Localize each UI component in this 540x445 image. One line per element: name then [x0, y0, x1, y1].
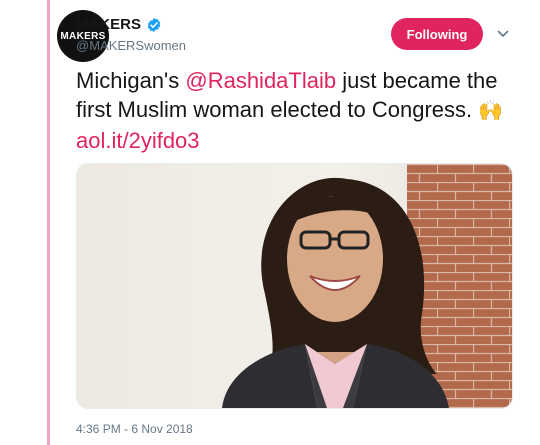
mention-link[interactable]: @RashidaTlaib	[185, 68, 336, 93]
user-handle[interactable]: @MAKERSwomen	[76, 38, 186, 53]
verified-badge-icon	[147, 17, 161, 32]
tweet-text-intro: Michigan's	[76, 68, 186, 93]
chevron-down-icon[interactable]	[496, 27, 510, 41]
portrait-photo	[77, 164, 512, 408]
author-name-row: MAKERS	[76, 16, 162, 33]
following-button[interactable]: Following	[391, 18, 483, 50]
thread-line	[47, 0, 50, 445]
tweet-text: Michigan's @RashidaTlaib just became the…	[76, 66, 526, 155]
display-name[interactable]: MAKERS	[76, 16, 141, 33]
tweet-timestamp[interactable]: 4:36 PM - 6 Nov 2018	[76, 422, 193, 436]
tweet-photo[interactable]	[76, 163, 513, 409]
raised-hands-emoji: 🙌	[478, 100, 504, 122]
article-link[interactable]: aol.it/2yifdo3	[76, 128, 200, 153]
